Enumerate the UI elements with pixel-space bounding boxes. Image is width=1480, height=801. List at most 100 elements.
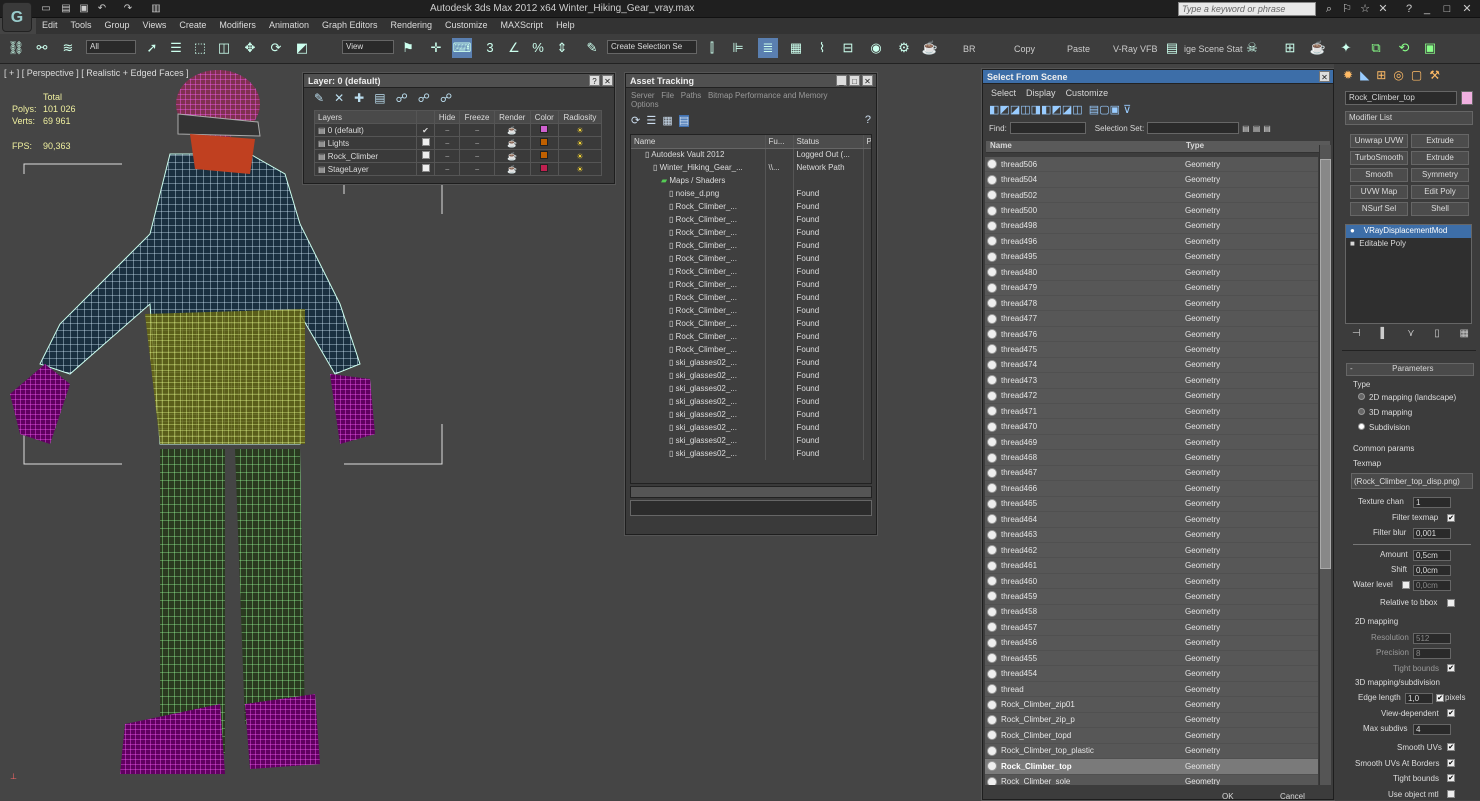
asset-row[interactable]: ▯ Rock_Climber_... Found <box>631 343 871 356</box>
remove-selection-set-icon[interactable]: ▤ <box>1253 124 1261 133</box>
menu-options[interactable]: Options <box>631 100 659 109</box>
percent-snap-icon[interactable]: % <box>528 38 548 58</box>
scene-object-row[interactable]: thread464 Geometry <box>985 512 1318 528</box>
scene-object-list[interactable]: thread506 Geometry thread504 Geometry thread… <box>985 157 1318 785</box>
layer-freeze-toggle[interactable]: − <box>459 162 495 176</box>
asset-row[interactable]: ▯ ski_glasses02_... Found <box>631 447 871 460</box>
select-object-icon[interactable]: ➚ <box>142 38 162 58</box>
undo-icon[interactable]: ↶ <box>96 3 108 15</box>
delete-layer-icon[interactable]: ✕ <box>334 91 344 105</box>
scene-object-row[interactable]: thread472 Geometry <box>985 389 1318 404</box>
radio-3d-mapping[interactable]: 3D mapping <box>1358 408 1412 417</box>
col-name[interactable]: Name <box>631 135 766 149</box>
close-icon[interactable]: ✕ <box>862 75 873 86</box>
remove-modifier-icon[interactable]: ▯ <box>1434 328 1440 342</box>
layer-hide-toggle[interactable]: − <box>433 123 461 137</box>
select-in-layer-icon[interactable]: ▤ <box>374 91 385 105</box>
schematic-view-icon[interactable]: ⊟ <box>838 38 858 58</box>
favorites-icon[interactable]: ☆ <box>1358 2 1372 16</box>
scene-object-row[interactable]: Rock_Climber_zip01 Geometry <box>985 697 1318 713</box>
scene-object-row[interactable]: thread506 Geometry <box>985 157 1318 173</box>
layer-row[interactable]: ▤ Rock_Climber − − ☕ ☀ <box>314 149 603 163</box>
col-radiosity[interactable]: Radiosity <box>557 110 603 124</box>
mirror-icon[interactable]: ⫿ <box>702 38 722 58</box>
modifier-button-nsurf-sel[interactable]: NSurf Sel <box>1350 202 1408 216</box>
modifier-button-uvw-map[interactable]: UVW Map <box>1350 185 1408 199</box>
menu-server[interactable]: Server <box>631 91 655 100</box>
scene-object-row[interactable]: thread504 Geometry <box>985 172 1318 188</box>
scene-object-row[interactable]: thread473 Geometry <box>985 373 1318 389</box>
hierarchy-tab-icon[interactable]: ⊞ <box>1376 68 1386 86</box>
layer-color-cell[interactable] <box>529 149 559 163</box>
selection-filter-dropdown[interactable]: All <box>86 40 136 54</box>
edit-named-selection-icon[interactable]: ✎ <box>582 38 602 58</box>
scene-object-row[interactable]: thread468 Geometry <box>985 450 1318 466</box>
lightbulb-icon[interactable]: ● <box>1350 226 1355 235</box>
freeze-all-icon[interactable]: ☍ <box>440 91 452 105</box>
layer-color-swatch[interactable] <box>540 138 549 146</box>
asset-row[interactable]: ▯ ski_glasses02_... Found <box>631 356 871 369</box>
layer-radiosity-toggle[interactable]: ☀ <box>557 149 603 163</box>
asset-list[interactable]: Name Fu... Status P ▯ Autodesk Vault 201… <box>630 134 872 484</box>
xref-merge-icon[interactable]: ⟲ <box>1394 38 1414 58</box>
col-p[interactable]: P <box>863 135 871 149</box>
layer-color-swatch[interactable] <box>540 151 549 159</box>
scene-object-row[interactable]: thread471 Geometry <box>985 404 1318 420</box>
new-layer-icon[interactable]: ✎ <box>314 91 324 105</box>
pin-stack-icon[interactable]: ⊣ <box>1352 328 1361 342</box>
vray-vfb-button[interactable]: V-Ray VFB <box>1113 44 1158 54</box>
menu-modifiers[interactable]: Modifiers <box>213 18 263 30</box>
select-rotate-icon[interactable]: ⟳ <box>266 38 286 58</box>
asset-row[interactable]: ▯ ski_glasses02_... Found <box>631 382 871 395</box>
help-icon[interactable]: ? <box>865 114 871 126</box>
menu-help[interactable]: Help <box>550 18 582 30</box>
place-highlight-icon[interactable]: ⊞ <box>1280 38 1300 58</box>
tight-bounds-3d-checkbox[interactable]: ✔ <box>1447 774 1455 782</box>
relative-bbox-checkbox[interactable] <box>1447 599 1455 607</box>
layer-panel-title[interactable]: Layer: 0 (default) <box>304 74 614 88</box>
app-logo-button[interactable]: G <box>2 2 32 32</box>
smooth-uvs-borders-checkbox[interactable]: ✔ <box>1447 759 1455 767</box>
menu-customize[interactable]: Customize <box>1066 88 1109 98</box>
scene-object-row[interactable]: thread479 Geometry <box>985 281 1318 296</box>
use-object-mtl-checkbox[interactable] <box>1447 790 1455 798</box>
angle-snap-icon[interactable]: ∠ <box>504 38 524 58</box>
help-icon[interactable]: ? <box>589 75 600 86</box>
layer-name-cell[interactable]: ▤ StageLayer <box>314 162 417 176</box>
menu-select[interactable]: Select <box>991 88 1016 98</box>
display-none-icon[interactable]: ▢ <box>1099 104 1109 116</box>
modifier-list-dropdown[interactable]: Modifier List <box>1345 111 1473 125</box>
menu-bitmap-performance[interactable]: Bitmap Performance and Memory <box>708 91 828 100</box>
select-by-name-icon[interactable]: ☰ <box>166 38 186 58</box>
manage-scene-states-button[interactable]: ige Scene Stat <box>1184 44 1243 54</box>
scene-object-row[interactable]: Rock_Climber_top_plastic Geometry <box>985 744 1318 760</box>
scene-object-row[interactable]: thread458 Geometry <box>985 605 1318 621</box>
scene-object-row[interactable]: Rock_Climber_top Geometry <box>985 759 1318 775</box>
minimize-icon[interactable]: _ <box>836 75 847 86</box>
scene-object-row[interactable]: thread459 Geometry <box>985 589 1318 605</box>
layer-hide-toggle[interactable]: − <box>433 149 461 163</box>
copy-button[interactable]: Copy <box>1014 44 1035 54</box>
render-production-icon[interactable]: ☕ <box>920 38 940 58</box>
layer-color-cell[interactable] <box>529 123 559 137</box>
object-name-field[interactable]: Rock_Climber_top <box>1345 91 1457 105</box>
scene-object-row[interactable]: thread467 Geometry <box>985 466 1318 482</box>
col-full-path[interactable]: Fu... <box>765 135 794 149</box>
utilities-tab-icon[interactable]: ⚒ <box>1429 68 1440 86</box>
communication-center-icon[interactable]: ⚐ <box>1340 2 1354 16</box>
new-file-icon[interactable]: ▭ <box>40 3 52 15</box>
edge-length-spinner[interactable]: 1,0 <box>1405 693 1433 704</box>
close-icon[interactable]: ✕ <box>602 75 613 86</box>
make-unique-icon[interactable]: ⋎ <box>1407 328 1414 342</box>
layer-current-toggle[interactable]: ✔ <box>416 123 435 137</box>
asset-row[interactable]: ▯ ski_glasses02_... Found <box>631 421 871 434</box>
asset-row[interactable]: ▰ Maps / Shaders <box>631 174 871 187</box>
menu-group[interactable]: Group <box>99 18 137 30</box>
scene-object-row[interactable]: thread465 Geometry <box>985 497 1318 513</box>
asset-row[interactable]: ▯ ski_glasses02_... Found <box>631 395 871 408</box>
scene-object-row[interactable]: thread478 Geometry <box>985 296 1318 312</box>
select-move-icon[interactable]: ✥ <box>240 38 260 58</box>
filter-helpers-icon[interactable]: ◨ <box>1031 104 1041 116</box>
light-icon[interactable]: ✦ <box>1336 38 1356 58</box>
scene-object-row[interactable]: thread477 Geometry <box>985 311 1318 327</box>
